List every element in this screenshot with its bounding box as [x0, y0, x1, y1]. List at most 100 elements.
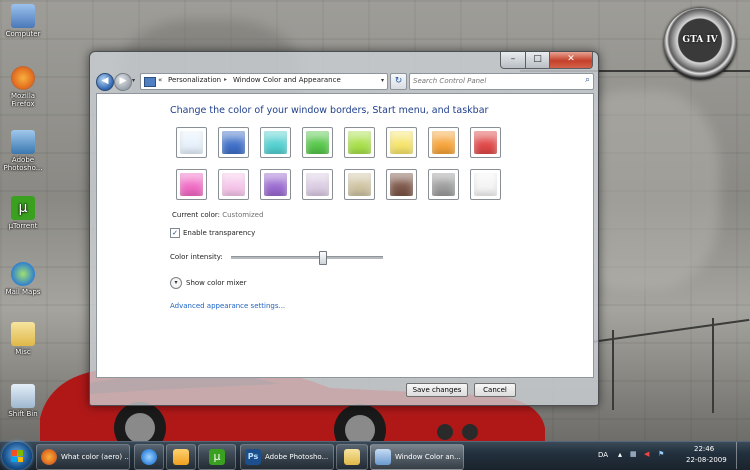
search-icon[interactable]: ⌕: [585, 75, 590, 85]
color-swatch[interactable]: [344, 169, 375, 200]
folder-icon: [11, 322, 35, 346]
taskbar-button-explorer[interactable]: [336, 444, 368, 470]
clock-time[interactable]: 22:46: [694, 445, 714, 453]
taskbar-button-ie[interactable]: [134, 444, 164, 470]
forward-arrow-icon: ▶: [119, 76, 127, 86]
desktop-icon-label: Misc: [15, 348, 31, 356]
recycle-bin-icon: [11, 384, 35, 408]
taskbar-button-firefox[interactable]: What color (aero) ...: [36, 444, 130, 470]
address-bar[interactable]: « Personalization ▸ Window Color and App…: [140, 73, 388, 90]
show-hidden-icons-icon[interactable]: ▴: [618, 450, 622, 459]
railing: [590, 318, 750, 344]
gta-iv-badge: GTA IV: [664, 8, 736, 80]
taskbar-button-label: Adobe Photosho...: [265, 453, 329, 461]
navigation-bar: ◀ ▶ ▾ « Personalization ▸ Window Color a…: [96, 72, 594, 91]
desktop-icon-utorrent[interactable]: µ µTorrent: [2, 196, 44, 230]
address-prefix[interactable]: «: [158, 76, 162, 84]
content-pane: Change the color of your window borders,…: [96, 93, 594, 378]
window-color-icon: [375, 449, 391, 465]
gta-badge-text: GTA IV: [682, 35, 718, 45]
taskbar-button-photoshop[interactable]: Ps Adobe Photosho...: [240, 444, 334, 470]
refresh-icon: ↻: [394, 76, 403, 86]
address-dropdown-icon[interactable]: ▾: [381, 77, 384, 84]
start-button[interactable]: [2, 442, 32, 470]
color-swatch[interactable]: [176, 169, 207, 200]
search-box[interactable]: ⌕: [409, 73, 594, 90]
back-arrow-icon: ◀: [101, 76, 109, 86]
color-swatch[interactable]: [428, 127, 459, 158]
breadcrumb-personalization[interactable]: Personalization: [168, 76, 221, 84]
firefox-icon: [11, 66, 35, 90]
taskbar-button-label: Window Color an...: [395, 453, 461, 461]
desktop-icon-misc[interactable]: Misc: [2, 322, 44, 356]
desktop-icon-mail-maps[interactable]: Mail Maps: [2, 262, 44, 296]
slider-thumb[interactable]: [319, 251, 328, 265]
taskbar: What color (aero) ... µ Ps Adobe Photosh…: [0, 441, 750, 470]
language-indicator[interactable]: DA: [598, 451, 608, 459]
taskbar-button-utorrent[interactable]: µ: [198, 444, 236, 470]
color-swatch[interactable]: [386, 169, 417, 200]
breadcrumb-separator-icon[interactable]: ▸: [224, 76, 227, 83]
desktop-icon-computer[interactable]: Computer: [2, 4, 44, 38]
enable-transparency-checkbox[interactable]: ✓: [170, 228, 180, 238]
breadcrumb-window-color[interactable]: Window Color and Appearance: [233, 76, 341, 84]
color-swatch[interactable]: [176, 127, 207, 158]
show-desktop-button[interactable]: [736, 442, 745, 469]
color-swatch[interactable]: [260, 127, 291, 158]
media-player-icon: [173, 449, 189, 465]
color-swatch[interactable]: [302, 169, 333, 200]
desktop-icon-photoshop[interactable]: Adobe Photosho...: [2, 130, 44, 172]
system-tray: DA ▴ ▦ ◀ ⚑ 22:46 22-08-2009: [596, 442, 746, 470]
window-color-and-appearance-window: – □ ✕ ◀ ▶ ▾ « Personalization ▸ Window C…: [89, 51, 599, 406]
advanced-appearance-link[interactable]: Advanced appearance settings...: [170, 302, 285, 310]
taskbar-button-media-player[interactable]: [166, 444, 196, 470]
color-swatch[interactable]: [218, 127, 249, 158]
color-intensity-slider[interactable]: [231, 251, 383, 265]
network-icon[interactable]: ▦: [630, 450, 637, 458]
folder-icon: [344, 449, 360, 465]
color-swatch[interactable]: [218, 169, 249, 200]
color-swatch[interactable]: [344, 127, 375, 158]
desktop-icon-firefox[interactable]: Mozilla Firefox: [2, 66, 44, 108]
desktop-icon-label: Shift Bin: [8, 410, 38, 418]
firefox-icon: [41, 449, 57, 465]
desktop-icon-recycle-bin[interactable]: Shift Bin: [2, 384, 44, 418]
control-panel-icon: [144, 77, 156, 87]
save-changes-button[interactable]: Save changes: [406, 383, 468, 397]
back-button[interactable]: ◀: [96, 73, 114, 91]
color-swatch[interactable]: [470, 169, 501, 200]
search-input[interactable]: [413, 75, 573, 86]
show-color-mixer-label[interactable]: Show color mixer: [186, 279, 246, 287]
color-swatch[interactable]: [260, 169, 291, 200]
forward-button[interactable]: ▶: [114, 73, 132, 91]
show-color-mixer-toggle[interactable]: ▾ Show color mixer: [170, 277, 246, 289]
color-swatch[interactable]: [302, 127, 333, 158]
volume-icon[interactable]: ◀: [644, 450, 649, 458]
refresh-button[interactable]: ↻: [390, 73, 407, 90]
enable-transparency-label[interactable]: Enable transparency: [183, 229, 255, 237]
recent-pages-dropdown[interactable]: ▾: [132, 77, 135, 84]
current-color-line: Current color: Customized: [172, 211, 263, 219]
desktop-icon-label: Computer: [5, 30, 41, 38]
enable-transparency-option[interactable]: ✓ Enable transparency: [170, 228, 255, 238]
taskbar-button-window-color[interactable]: Window Color an...: [370, 444, 464, 470]
chevron-down-icon[interactable]: ▾: [170, 277, 182, 289]
photoshop-icon: Ps: [245, 449, 261, 465]
maximize-button[interactable]: □: [526, 52, 550, 69]
color-swatch[interactable]: [428, 169, 459, 200]
windows-logo-icon: [11, 450, 23, 462]
clock-date[interactable]: 22-08-2009: [686, 456, 727, 464]
action-center-icon[interactable]: ⚑: [658, 450, 664, 458]
minimize-button[interactable]: –: [500, 52, 526, 69]
desktop-icon-label: Mail Maps: [5, 288, 41, 296]
railing-post: [712, 318, 714, 413]
color-swatch[interactable]: [470, 127, 501, 158]
current-color-value: Customized: [222, 211, 264, 219]
current-color-label: Current color:: [172, 211, 220, 219]
color-swatch[interactable]: [386, 127, 417, 158]
desktop-icon-label: Adobe Photosho...: [3, 156, 43, 172]
cancel-button[interactable]: Cancel: [474, 383, 516, 397]
close-button[interactable]: ✕: [550, 52, 593, 69]
messenger-icon: [11, 262, 35, 286]
railing-post: [612, 330, 614, 410]
